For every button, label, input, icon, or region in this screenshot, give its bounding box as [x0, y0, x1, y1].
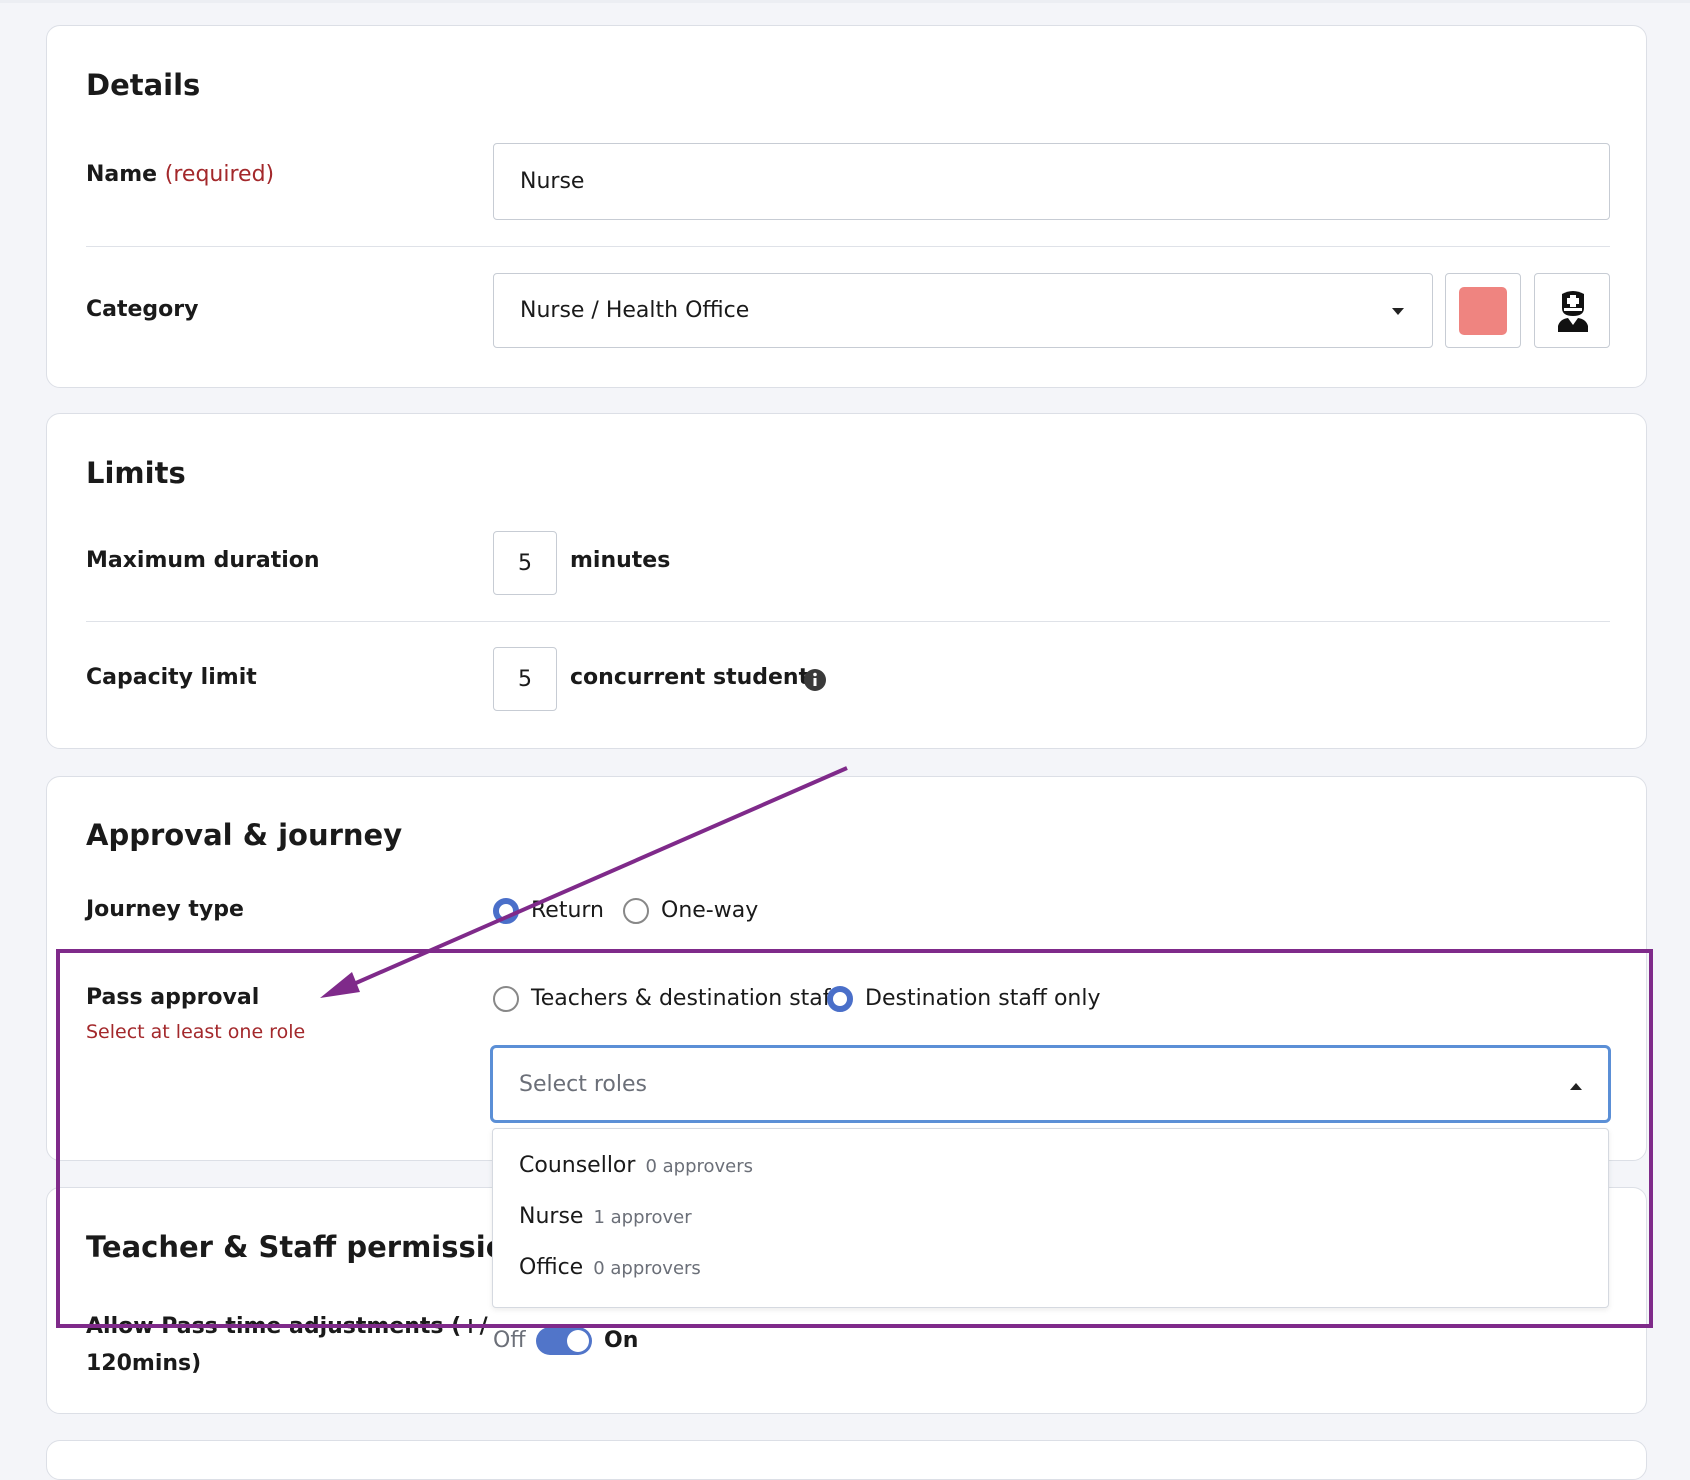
toggle-on-label: On — [604, 1328, 639, 1353]
time-adjust-label-line2: 120mins) — [86, 1351, 202, 1376]
approval-title: Approval & journey — [86, 818, 403, 852]
journey-return-label[interactable]: Return — [531, 898, 604, 923]
journey-type-label: Journey type — [86, 897, 244, 922]
required-marker: (required) — [164, 162, 275, 187]
category-color-button[interactable] — [1445, 273, 1521, 348]
max-duration-unit: minutes — [570, 548, 671, 573]
category-select-value: Nurse / Health Office — [520, 298, 750, 323]
color-swatch — [1459, 287, 1507, 335]
limits-card: Limits Maximum duration 5 minutes Capaci… — [46, 413, 1647, 749]
limits-divider — [86, 621, 1610, 622]
max-duration-input[interactable]: 5 — [493, 531, 557, 595]
capacity-unit: concurrent students — [570, 665, 823, 690]
category-label: Category — [86, 297, 199, 322]
details-divider — [86, 246, 1610, 247]
capacity-input[interactable]: 5 — [493, 647, 557, 711]
time-adjust-toggle[interactable] — [536, 1327, 592, 1355]
journey-oneway-label[interactable]: One-way — [661, 898, 758, 923]
top-border — [0, 0, 1690, 3]
category-select[interactable]: Nurse / Health Office — [493, 273, 1433, 348]
category-icon-button[interactable] — [1534, 273, 1610, 348]
toggle-off-label: Off — [493, 1328, 526, 1353]
journey-oneway-radio[interactable] — [623, 898, 649, 924]
capacity-label: Capacity limit — [86, 665, 257, 690]
journey-return-radio[interactable] — [493, 898, 519, 924]
name-label-text: Name — [86, 162, 158, 187]
details-title: Details — [86, 68, 201, 102]
annotation-highlight-box — [56, 949, 1653, 1328]
info-icon[interactable] — [803, 668, 827, 692]
chevron-down-icon — [1392, 308, 1404, 315]
max-duration-label: Maximum duration — [86, 548, 320, 573]
name-input[interactable]: Nurse — [493, 143, 1610, 220]
limits-title: Limits — [86, 456, 186, 490]
nurse-icon — [1558, 291, 1588, 332]
next-card — [46, 1440, 1647, 1480]
details-card: Details Name (required) Nurse Category N… — [46, 25, 1647, 388]
name-label: Name (required) — [86, 162, 274, 187]
